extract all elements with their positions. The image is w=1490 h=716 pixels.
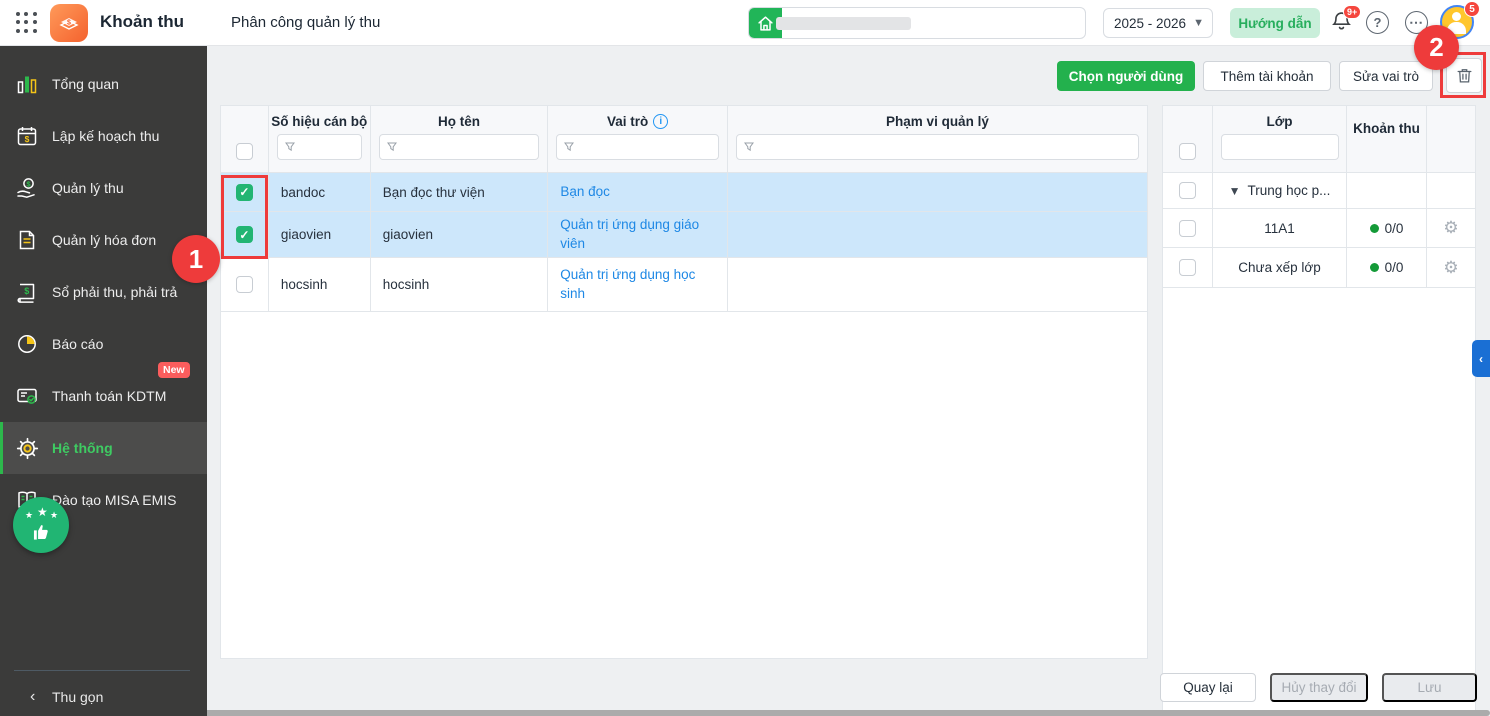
table-row-hocsinh[interactable]: hocsinh hocsinh Quản trị ứng dụng học si… <box>221 258 1147 312</box>
help-button[interactable]: ? <box>1366 11 1389 34</box>
select-all-checkbox[interactable] <box>235 143 253 160</box>
guide-button[interactable]: Hướng dẫn <box>1230 8 1320 38</box>
money-stack-icon: $ <box>59 18 79 30</box>
svg-text:$: $ <box>67 20 71 27</box>
class-group-row[interactable]: ▼ Trung học p... <box>1163 173 1475 209</box>
svg-text:$: $ <box>25 134 30 144</box>
bar-chart-icon <box>14 71 40 97</box>
add-account-button[interactable]: Thêm tài khoản <box>1203 61 1331 91</box>
calendar-dollar-icon: $ <box>14 123 40 149</box>
fee-count: 0/0 <box>1384 260 1404 275</box>
chevron-left-icon: ‹ <box>30 688 36 705</box>
sidebar-item-he-thong[interactable]: Hệ thống <box>0 422 207 474</box>
row-checkbox[interactable]: ✓ <box>235 183 253 201</box>
new-badge: New <box>158 362 190 378</box>
collapse-panel-tab[interactable]: ‹ <box>1472 340 1490 377</box>
class-settings-gear-icon[interactable]: ⚙ <box>1443 258 1458 278</box>
role-link[interactable]: Quản trị ứng dụng giáo viên <box>560 216 701 252</box>
app-launcher-icon[interactable] <box>16 12 38 34</box>
column-header-fee: Khoản thu <box>1353 121 1420 136</box>
notifications-button[interactable]: 9+ <box>1330 5 1362 35</box>
class-row-11a1[interactable]: 11A1 0/0 ⚙ <box>1163 209 1475 248</box>
filter-input-code[interactable] <box>276 134 362 160</box>
table-row-bandoc[interactable]: ✓ bandoc Bạn đọc thư viện Bạn đọc <box>221 173 1147 212</box>
users-table: Số hiệu cán bộ Họ tên Vai trò i Phạm vi … <box>220 105 1148 659</box>
table-row-giaovien[interactable]: ✓ giaovien giaovien Quản trị ứng dụng gi… <box>221 212 1147 258</box>
gear-icon <box>14 435 40 461</box>
chevron-down-icon[interactable]: ▼ <box>1229 184 1241 198</box>
column-header-role: Vai trò <box>606 114 649 129</box>
class-settings-gear-icon[interactable]: ⚙ <box>1443 218 1458 238</box>
row-checkbox[interactable] <box>1179 259 1196 276</box>
filter-funnel-icon <box>386 142 397 152</box>
chevron-down-icon: ▼ <box>1193 17 1204 29</box>
row-checkbox[interactable]: ✓ <box>235 226 253 243</box>
row-checkbox[interactable] <box>1179 182 1196 199</box>
column-header-code: Số hiệu cán bộ <box>271 114 368 129</box>
more-options-button[interactable]: ⋯ <box>1405 11 1428 34</box>
khoan-thu-app-logo[interactable]: $ <box>50 4 88 42</box>
role-info-icon[interactable]: i <box>653 114 669 129</box>
trash-icon <box>1457 69 1471 83</box>
top-header: $ Khoản thu Phân công quản lý thu 2025 -… <box>0 0 1490 46</box>
thumbs-up-icon <box>33 525 48 540</box>
filter-funnel-icon <box>284 142 295 152</box>
users-table-header: Số hiệu cán bộ Họ tên Vai trò i Phạm vi … <box>221 106 1147 173</box>
sidebar-item-quan-ly-hoa-don[interactable]: Quản lý hóa đơn <box>0 214 207 266</box>
fee-count: 0/0 <box>1384 220 1404 236</box>
cancel-changes-button[interactable]: Hủy thay đổi <box>1270 673 1368 702</box>
delete-button[interactable] <box>1446 58 1482 93</box>
app-title: Khoản thu <box>100 12 185 31</box>
classes-table-header: Lớp Khoản thu <box>1163 106 1475 173</box>
edit-role-button[interactable]: Sửa vai trò <box>1339 61 1433 91</box>
row-checkbox[interactable] <box>1179 219 1196 237</box>
sidebar-item-tong-quan[interactable]: Tổng quan <box>0 58 207 110</box>
svg-text:$: $ <box>24 286 29 296</box>
page-title: Phân công quản lý thu <box>231 14 381 31</box>
column-header-class: Lớp <box>1266 114 1293 129</box>
class-row-chua-xep-lop[interactable]: Chưa xếp lớp 0/0 ⚙ <box>1163 248 1475 288</box>
status-dot <box>1369 223 1379 233</box>
ledger-book-icon: $ <box>14 279 40 305</box>
notification-badge: 9+ <box>1343 5 1362 19</box>
star-icon: ★ <box>37 505 48 519</box>
sidebar-item-thanh-toan-kdtm[interactable]: Thanh toán KDTM New <box>0 362 207 422</box>
sidebar-item-quan-ly-thu[interactable]: $ Quản lý thu <box>0 162 207 214</box>
sidebar: Tổng quan $ Lập kế hoạch thu $ Quản lý t… <box>0 46 207 716</box>
sidebar-item-lap-ke-hoach-thu[interactable]: $ Lập kế hoạch thu <box>0 110 207 162</box>
select-all-classes-checkbox[interactable] <box>1179 143 1196 160</box>
collapse-sidebar-button[interactable]: ‹ Thu gọn <box>0 678 207 716</box>
filter-input-name[interactable] <box>378 134 540 160</box>
column-header-scope: Phạm vi quản lý <box>886 114 989 129</box>
row-checkbox[interactable] <box>235 276 253 293</box>
filter-input-role[interactable] <box>556 134 719 160</box>
feedback-thumbs-up-button[interactable]: ★ ★ ★ <box>13 497 69 553</box>
horizontal-scrollbar[interactable] <box>0 710 1490 716</box>
back-button[interactable]: Quay lại <box>1160 673 1256 702</box>
school-name-redacted <box>776 17 911 30</box>
select-user-button[interactable]: Chọn người dùng <box>1057 61 1195 91</box>
filter-funnel-icon <box>743 142 754 152</box>
role-link[interactable]: Bạn đọc <box>560 183 610 201</box>
filter-input-scope[interactable] <box>735 134 1139 160</box>
hand-coin-icon: $ <box>14 175 40 201</box>
sidebar-item-so-phai-thu[interactable]: $ Sổ phải thu, phải trả <box>0 266 207 318</box>
card-check-icon <box>14 383 40 409</box>
school-year-value: 2025 - 2026 <box>1114 15 1187 31</box>
classes-panel: Lớp Khoản thu ▼ Trung học p... 11A1 0/0 … <box>1162 105 1476 712</box>
column-header-name: Họ tên <box>437 114 480 129</box>
filter-funnel-icon <box>564 142 575 152</box>
save-button[interactable]: Lưu <box>1382 673 1477 702</box>
filter-input-class[interactable] <box>1220 134 1339 160</box>
avatar-badge: 5 <box>1464 1 1480 17</box>
avatar[interactable]: 5 <box>1440 1 1480 39</box>
invoice-icon <box>14 227 40 253</box>
status-dot <box>1369 263 1379 272</box>
school-year-select[interactable]: 2025 - 2026 ▼ <box>1103 8 1213 38</box>
school-search-bar[interactable] <box>748 7 1086 39</box>
role-link[interactable]: Quản trị ứng dụng học sinh <box>560 266 701 302</box>
avatar-person-icon <box>1452 12 1461 21</box>
pie-chart-icon <box>14 331 40 357</box>
sidebar-divider <box>14 670 190 671</box>
